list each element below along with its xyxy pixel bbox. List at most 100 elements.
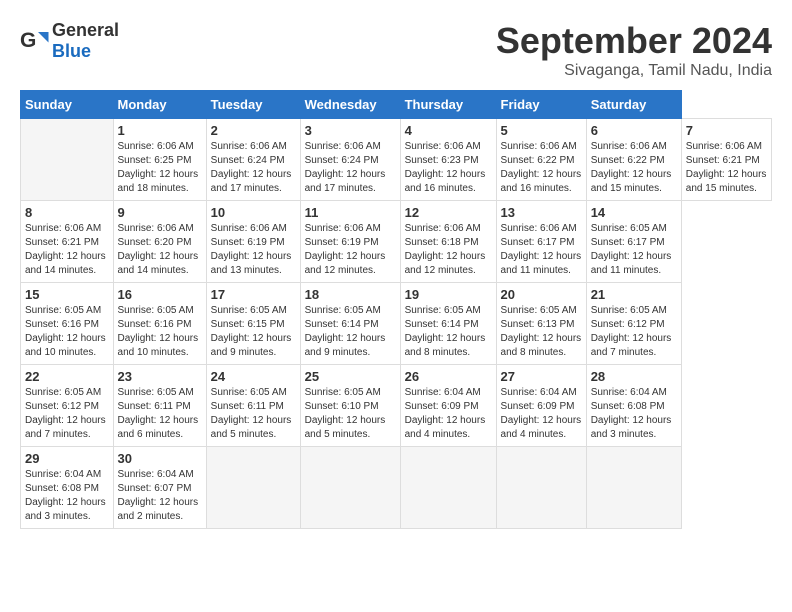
header-thursday: Thursday — [400, 91, 496, 119]
calendar-cell: 20 Sunrise: 6:05 AMSunset: 6:13 PMDaylig… — [496, 283, 586, 365]
calendar-cell: 2 Sunrise: 6:06 AMSunset: 6:24 PMDayligh… — [206, 119, 300, 201]
calendar-cell: 19 Sunrise: 6:05 AMSunset: 6:14 PMDaylig… — [400, 283, 496, 365]
calendar-cell — [586, 447, 681, 529]
week-row-3: 15 Sunrise: 6:05 AMSunset: 6:16 PMDaylig… — [21, 283, 772, 365]
calendar-cell: 10 Sunrise: 6:06 AMSunset: 6:19 PMDaylig… — [206, 201, 300, 283]
day-number: 17 — [211, 287, 296, 302]
header-monday: Monday — [113, 91, 206, 119]
week-row-1: 1 Sunrise: 6:06 AMSunset: 6:25 PMDayligh… — [21, 119, 772, 201]
day-number: 6 — [591, 123, 677, 138]
day-info: Sunrise: 6:05 AMSunset: 6:16 PMDaylight:… — [118, 304, 202, 360]
day-number: 25 — [305, 369, 396, 384]
calendar-table: SundayMondayTuesdayWednesdayThursdayFrid… — [20, 90, 772, 529]
day-info: Sunrise: 6:05 AMSunset: 6:11 PMDaylight:… — [118, 386, 202, 442]
day-number: 14 — [591, 205, 677, 220]
day-info: Sunrise: 6:05 AMSunset: 6:11 PMDaylight:… — [211, 386, 296, 442]
header-sunday: Sunday — [21, 91, 114, 119]
day-info: Sunrise: 6:05 AMSunset: 6:12 PMDaylight:… — [25, 386, 109, 442]
day-number: 30 — [118, 451, 202, 466]
day-info: Sunrise: 6:06 AMSunset: 6:22 PMDaylight:… — [591, 140, 677, 196]
calendar-cell: 27 Sunrise: 6:04 AMSunset: 6:09 PMDaylig… — [496, 365, 586, 447]
calendar-cell: 9 Sunrise: 6:06 AMSunset: 6:20 PMDayligh… — [113, 201, 206, 283]
calendar-cell: 30 Sunrise: 6:04 AMSunset: 6:07 PMDaylig… — [113, 447, 206, 529]
calendar-cell: 1 Sunrise: 6:06 AMSunset: 6:25 PMDayligh… — [113, 119, 206, 201]
day-info: Sunrise: 6:06 AMSunset: 6:17 PMDaylight:… — [501, 222, 582, 278]
calendar-cell: 26 Sunrise: 6:04 AMSunset: 6:09 PMDaylig… — [400, 365, 496, 447]
calendar-cell: 3 Sunrise: 6:06 AMSunset: 6:24 PMDayligh… — [300, 119, 400, 201]
day-number: 16 — [118, 287, 202, 302]
day-info: Sunrise: 6:05 AMSunset: 6:15 PMDaylight:… — [211, 304, 296, 360]
day-info: Sunrise: 6:05 AMSunset: 6:12 PMDaylight:… — [591, 304, 677, 360]
calendar-cell: 5 Sunrise: 6:06 AMSunset: 6:22 PMDayligh… — [496, 119, 586, 201]
day-info: Sunrise: 6:06 AMSunset: 6:24 PMDaylight:… — [211, 140, 296, 196]
day-number: 21 — [591, 287, 677, 302]
calendar-cell: 4 Sunrise: 6:06 AMSunset: 6:23 PMDayligh… — [400, 119, 496, 201]
day-number: 24 — [211, 369, 296, 384]
day-info: Sunrise: 6:05 AMSunset: 6:16 PMDaylight:… — [25, 304, 109, 360]
calendar-cell: 22 Sunrise: 6:05 AMSunset: 6:12 PMDaylig… — [21, 365, 114, 447]
day-number: 18 — [305, 287, 396, 302]
calendar-cell — [21, 119, 114, 201]
calendar-cell: 7 Sunrise: 6:06 AMSunset: 6:21 PMDayligh… — [681, 119, 771, 201]
calendar-cell: 17 Sunrise: 6:05 AMSunset: 6:15 PMDaylig… — [206, 283, 300, 365]
day-number: 22 — [25, 369, 109, 384]
calendar-cell: 25 Sunrise: 6:05 AMSunset: 6:10 PMDaylig… — [300, 365, 400, 447]
week-row-4: 22 Sunrise: 6:05 AMSunset: 6:12 PMDaylig… — [21, 365, 772, 447]
logo: G General Blue — [20, 20, 119, 62]
calendar-cell: 18 Sunrise: 6:05 AMSunset: 6:14 PMDaylig… — [300, 283, 400, 365]
day-info: Sunrise: 6:06 AMSunset: 6:21 PMDaylight:… — [686, 140, 767, 196]
day-number: 3 — [305, 123, 396, 138]
location: Sivaganga, Tamil Nadu, India — [496, 62, 772, 80]
day-number: 8 — [25, 205, 109, 220]
calendar-cell: 15 Sunrise: 6:05 AMSunset: 6:16 PMDaylig… — [21, 283, 114, 365]
day-number: 7 — [686, 123, 767, 138]
day-number: 11 — [305, 205, 396, 220]
day-info: Sunrise: 6:06 AMSunset: 6:19 PMDaylight:… — [305, 222, 396, 278]
calendar-cell — [400, 447, 496, 529]
calendar-cell: 21 Sunrise: 6:05 AMSunset: 6:12 PMDaylig… — [586, 283, 681, 365]
day-info: Sunrise: 6:06 AMSunset: 6:24 PMDaylight:… — [305, 140, 396, 196]
header-saturday: Saturday — [586, 91, 681, 119]
day-info: Sunrise: 6:06 AMSunset: 6:20 PMDaylight:… — [118, 222, 202, 278]
day-info: Sunrise: 6:05 AMSunset: 6:17 PMDaylight:… — [591, 222, 677, 278]
calendar-cell — [206, 447, 300, 529]
day-info: Sunrise: 6:04 AMSunset: 6:09 PMDaylight:… — [405, 386, 492, 442]
day-number: 2 — [211, 123, 296, 138]
day-info: Sunrise: 6:06 AMSunset: 6:18 PMDaylight:… — [405, 222, 492, 278]
calendar-cell: 11 Sunrise: 6:06 AMSunset: 6:19 PMDaylig… — [300, 201, 400, 283]
day-number: 10 — [211, 205, 296, 220]
logo-general: General — [52, 20, 119, 40]
calendar-cell — [496, 447, 586, 529]
day-number: 20 — [501, 287, 582, 302]
day-info: Sunrise: 6:04 AMSunset: 6:09 PMDaylight:… — [501, 386, 582, 442]
calendar-cell: 29 Sunrise: 6:04 AMSunset: 6:08 PMDaylig… — [21, 447, 114, 529]
day-info: Sunrise: 6:06 AMSunset: 6:25 PMDaylight:… — [118, 140, 202, 196]
svg-text:G: G — [20, 29, 36, 52]
calendar-cell: 14 Sunrise: 6:05 AMSunset: 6:17 PMDaylig… — [586, 201, 681, 283]
day-info: Sunrise: 6:05 AMSunset: 6:14 PMDaylight:… — [405, 304, 492, 360]
day-number: 28 — [591, 369, 677, 384]
day-info: Sunrise: 6:06 AMSunset: 6:21 PMDaylight:… — [25, 222, 109, 278]
day-number: 12 — [405, 205, 492, 220]
day-info: Sunrise: 6:04 AMSunset: 6:08 PMDaylight:… — [25, 468, 109, 524]
day-number: 9 — [118, 205, 202, 220]
calendar-cell: 16 Sunrise: 6:05 AMSunset: 6:16 PMDaylig… — [113, 283, 206, 365]
logo-blue: Blue — [52, 41, 91, 61]
calendar-cell: 8 Sunrise: 6:06 AMSunset: 6:21 PMDayligh… — [21, 201, 114, 283]
calendar-cell: 12 Sunrise: 6:06 AMSunset: 6:18 PMDaylig… — [400, 201, 496, 283]
calendar-cell: 28 Sunrise: 6:04 AMSunset: 6:08 PMDaylig… — [586, 365, 681, 447]
day-info: Sunrise: 6:06 AMSunset: 6:22 PMDaylight:… — [501, 140, 582, 196]
day-number: 15 — [25, 287, 109, 302]
day-number: 27 — [501, 369, 582, 384]
day-number: 1 — [118, 123, 202, 138]
day-info: Sunrise: 6:04 AMSunset: 6:08 PMDaylight:… — [591, 386, 677, 442]
header-wednesday: Wednesday — [300, 91, 400, 119]
day-info: Sunrise: 6:04 AMSunset: 6:07 PMDaylight:… — [118, 468, 202, 524]
calendar-cell: 6 Sunrise: 6:06 AMSunset: 6:22 PMDayligh… — [586, 119, 681, 201]
day-info: Sunrise: 6:06 AMSunset: 6:23 PMDaylight:… — [405, 140, 492, 196]
calendar-cell: 24 Sunrise: 6:05 AMSunset: 6:11 PMDaylig… — [206, 365, 300, 447]
month-title: September 2024 — [496, 20, 772, 62]
title-block: September 2024 Sivaganga, Tamil Nadu, In… — [496, 20, 772, 80]
day-number: 4 — [405, 123, 492, 138]
calendar-cell: 13 Sunrise: 6:06 AMSunset: 6:17 PMDaylig… — [496, 201, 586, 283]
